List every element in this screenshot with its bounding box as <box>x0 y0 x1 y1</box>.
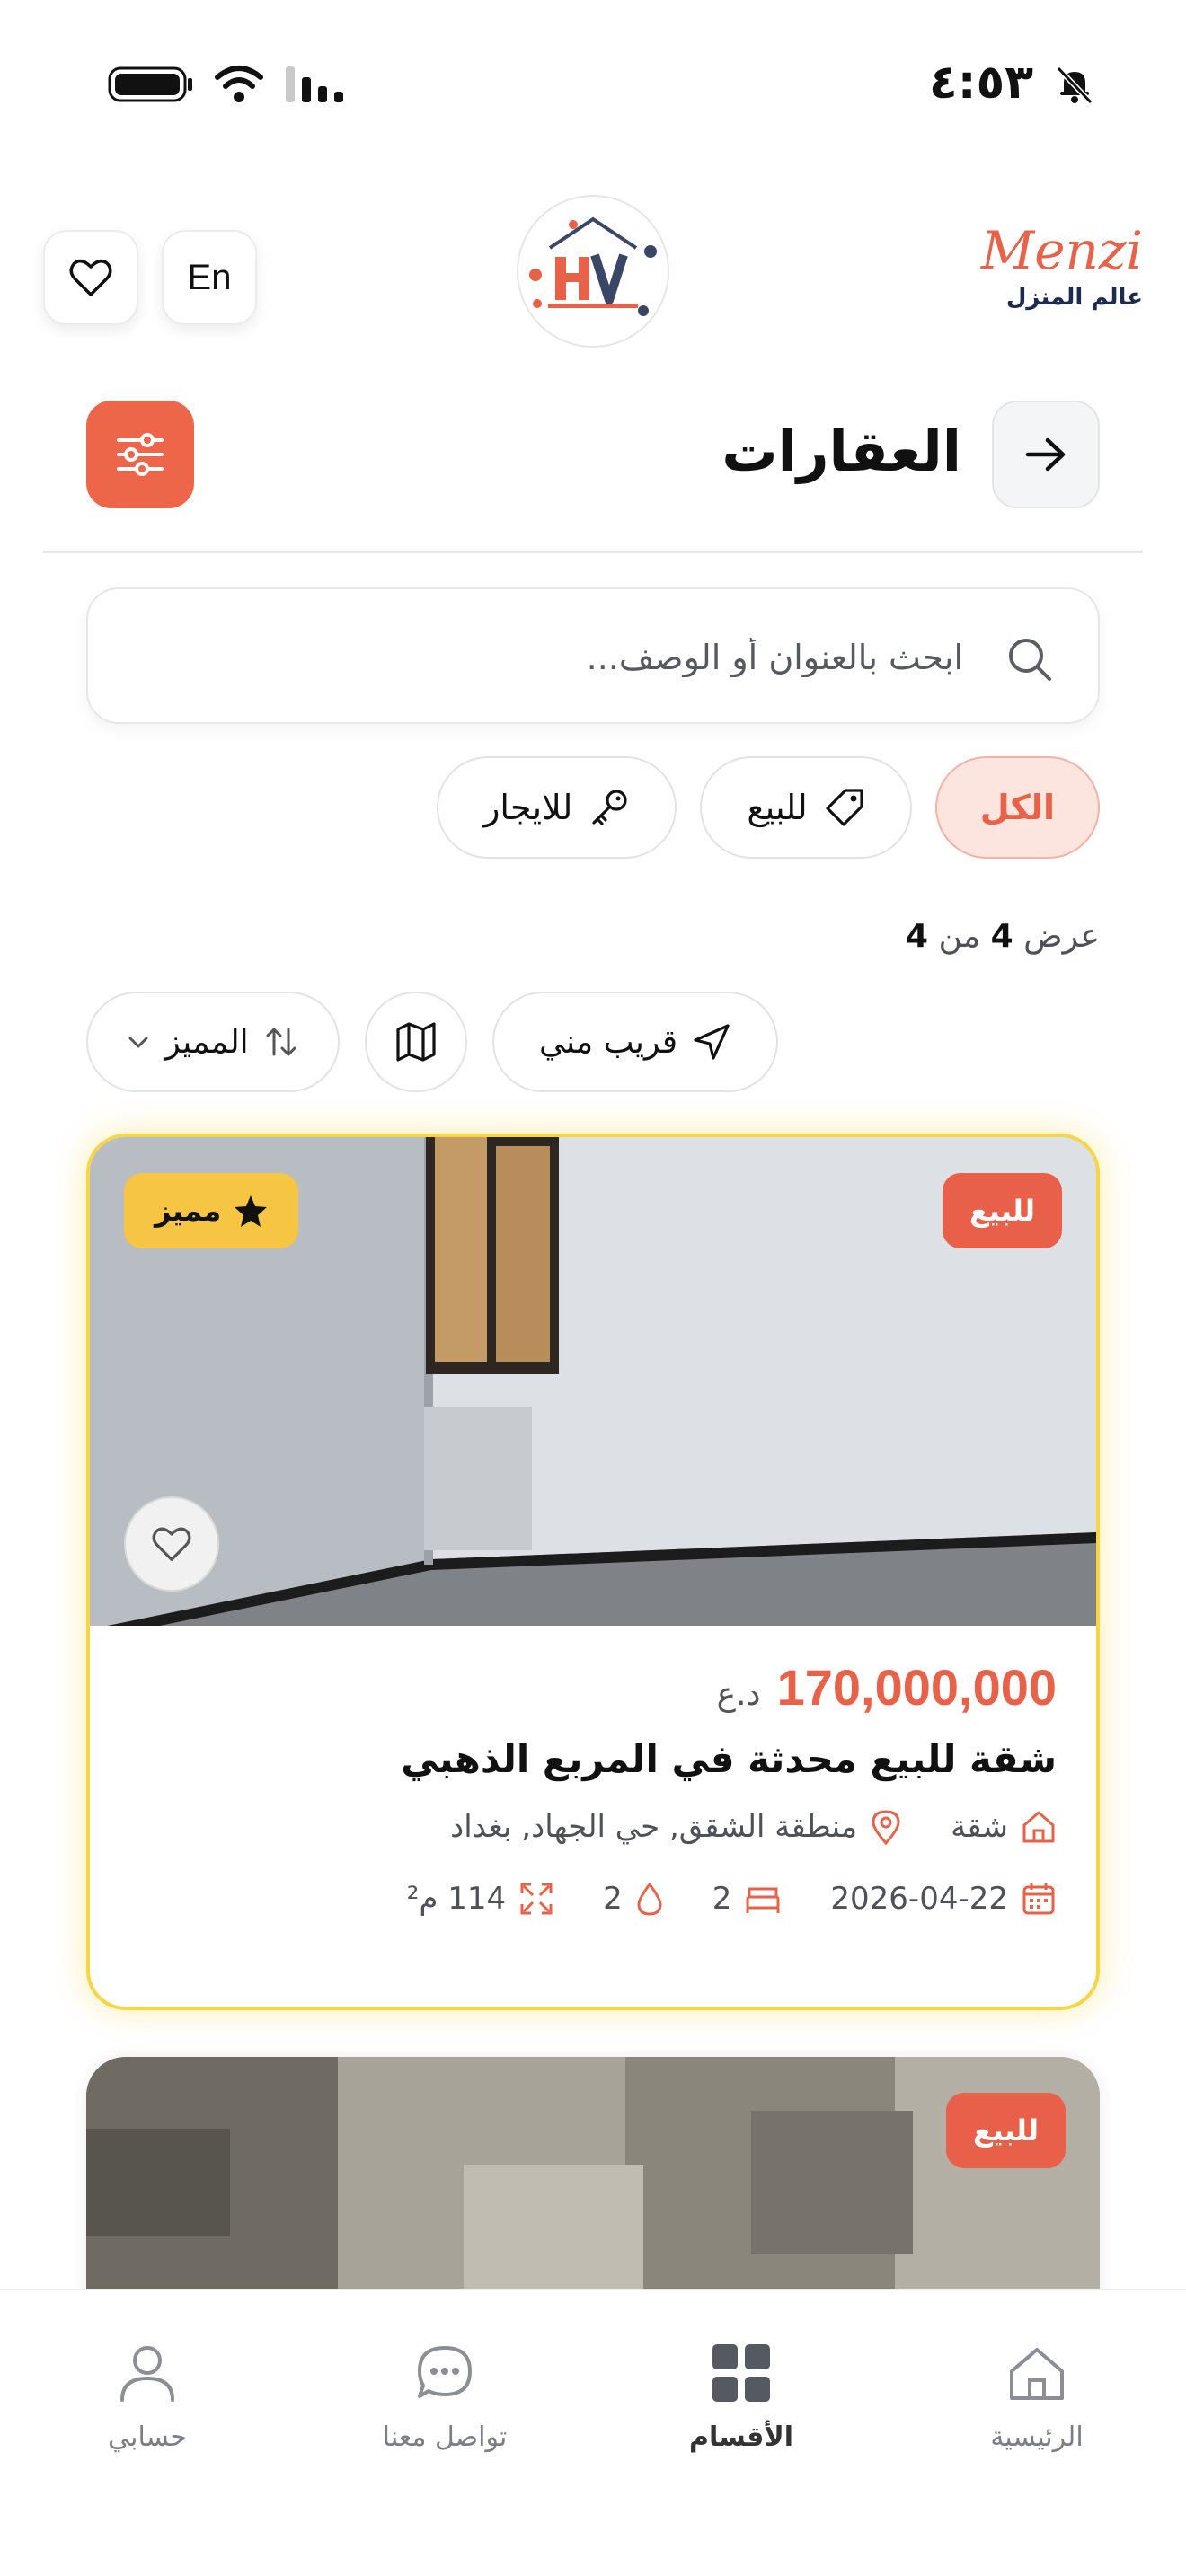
brand-subtitle: عالم المنزل <box>1005 284 1143 311</box>
menzi-logo <box>517 195 669 348</box>
tab-account-label: حسابي <box>108 2422 187 2453</box>
user-icon <box>120 2346 174 2402</box>
bell-off-icon <box>1056 66 1093 105</box>
sort-icon <box>266 1028 296 1056</box>
calendar-icon <box>1022 1883 1055 1915</box>
listing-status-badge: للبيع <box>945 2093 1066 2168</box>
status-bar: ٤:٥٣ <box>0 0 1186 171</box>
tab-contact[interactable]: تواصل معنا <box>337 2341 553 2453</box>
chip-all-label: الكل <box>979 788 1055 827</box>
home-icon <box>1010 2348 1064 2400</box>
tab-contact-label: تواصل معنا <box>382 2422 508 2453</box>
listing-favorite-button[interactable] <box>124 1496 219 1592</box>
sort-dropdown[interactable]: المميز <box>86 992 340 1092</box>
brand-name: Menzi <box>980 220 1143 281</box>
water-drop-icon <box>637 1882 662 1916</box>
map-icon <box>396 1022 436 1062</box>
map-view-button[interactable] <box>365 992 467 1092</box>
brand: Menzi عالم المنزل <box>981 225 1143 311</box>
battery-icon <box>108 66 192 102</box>
featured-label: مميز <box>155 1194 222 1228</box>
results-total: 4 <box>905 918 929 955</box>
location-pin-icon <box>872 1810 900 1845</box>
listing-type-chips: الكل للبيع للايجار <box>437 756 1100 859</box>
navigation-icon <box>694 1024 730 1060</box>
listing-title: شقة للبيع محدثة في المربع الذهبي <box>401 1737 1057 1781</box>
app-header: En Menzi عالم المنزل <box>0 189 1186 368</box>
search-input[interactable] <box>155 625 963 690</box>
listing-date: 2026-04-22 <box>830 1881 1008 1917</box>
listing-bedrooms: 2 <box>712 1881 732 1917</box>
listing-area: 114 م² <box>406 1881 507 1917</box>
heart-icon <box>69 259 112 296</box>
listing-price: 170,000,000 د.ع <box>717 1658 1057 1716</box>
status-indicators <box>108 65 347 104</box>
back-button[interactable] <box>992 401 1100 508</box>
header-divider <box>43 551 1143 553</box>
filter-button[interactable] <box>86 401 194 508</box>
listing-bathrooms: 2 <box>603 1881 623 1917</box>
search-bar[interactable] <box>86 587 1100 724</box>
results-shown: 4 <box>990 918 1013 955</box>
tab-home[interactable]: الرئيسية <box>929 2341 1145 2453</box>
sort-label: المميز <box>164 1023 249 1061</box>
wifi-icon <box>215 66 263 102</box>
bed-icon <box>746 1887 780 1913</box>
listing-location: منطقة الشقق, حي الجهاد, بغداد <box>450 1809 858 1845</box>
favorites-button[interactable] <box>43 230 138 325</box>
status-time: ٤:٥٣ <box>928 56 1033 110</box>
sliders-icon <box>117 433 164 476</box>
price-value: 170,000,000 <box>776 1659 1057 1716</box>
star-icon <box>235 1195 268 1227</box>
chip-for-sale-label: للبيع <box>747 788 808 827</box>
listing-meta: شقة منطقة الشقق, حي الجهاد, بغداد <box>450 1809 1057 1845</box>
near-me-label: قريب مني <box>538 1023 678 1061</box>
results-of: من <box>938 918 981 955</box>
listing-specs: 2026-04-22 2 2 114 م² <box>407 1881 1057 1917</box>
arrow-right-icon <box>1025 437 1066 472</box>
language-button[interactable]: En <box>162 230 257 325</box>
home-icon <box>1022 1811 1055 1843</box>
key-icon <box>592 790 627 825</box>
signal-icon <box>286 66 343 102</box>
featured-badge: مميز <box>124 1173 299 1248</box>
chat-icon <box>418 2346 472 2398</box>
chip-for-sale[interactable]: للبيع <box>700 756 912 859</box>
chip-for-rent-label: للايجار <box>483 788 573 827</box>
results-prefix: عرض <box>1023 918 1100 955</box>
chip-all[interactable]: الكل <box>934 756 1100 859</box>
tab-categories[interactable]: الأقسام <box>633 2341 849 2453</box>
expand-icon <box>520 1883 553 1915</box>
properties-screen: ٤:٥٣ En Menzi عالم المنزل العقارات ابحث … <box>0 0 1186 2576</box>
page-title: العقارات <box>721 419 961 484</box>
heart-icon <box>152 1527 191 1561</box>
listing-photo[interactable]: للبيع مميز <box>90 1137 1096 1626</box>
title-row: العقارات <box>0 401 1186 508</box>
listing-type: شقة <box>951 1809 1008 1845</box>
bottom-tab-bar: الرئيسية الأقسام تواصل معنا حسابي <box>0 2289 1186 2576</box>
tag-icon <box>826 789 863 826</box>
tab-categories-label: الأقسام <box>688 2422 794 2453</box>
tab-account[interactable]: حسابي <box>40 2341 255 2453</box>
chip-for-rent[interactable]: للايجار <box>437 756 677 859</box>
grid-icon <box>712 2344 770 2402</box>
price-currency: د.ع <box>716 1676 761 1713</box>
search-icon <box>1009 639 1051 681</box>
tab-home-label: الرئيسية <box>990 2422 1084 2453</box>
near-me-button[interactable]: قريب مني <box>492 992 778 1092</box>
results-count: عرض 4 من 4 <box>906 918 1100 955</box>
chevron-down-icon <box>128 1037 148 1048</box>
listing-card[interactable]: للبيع مميز 170,000,000 د.ع شقة للبيع محد… <box>86 1134 1100 2010</box>
listing-status-badge: للبيع <box>942 1173 1062 1248</box>
